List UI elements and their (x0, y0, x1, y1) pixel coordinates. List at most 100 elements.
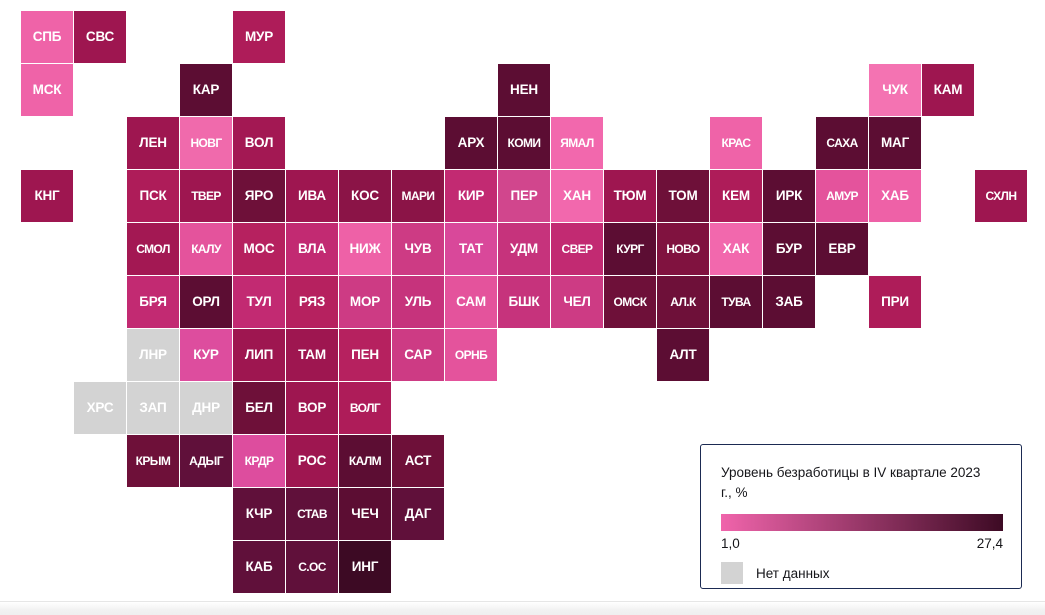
region-tile[interactable]: АРХ (445, 117, 497, 169)
region-tile[interactable]: ПСК (127, 170, 179, 222)
region-tile[interactable]: ВОЛ (233, 117, 285, 169)
region-tile[interactable]: ЛИП (233, 329, 285, 381)
region-tile[interactable]: АМУР (816, 170, 868, 222)
region-tile[interactable]: СПБ (21, 11, 73, 63)
region-tile[interactable]: АЛ.К (657, 276, 709, 328)
region-tile[interactable]: МАРИ (392, 170, 444, 222)
region-tile[interactable]: ОМСК (604, 276, 656, 328)
region-tile[interactable]: ТОМ (657, 170, 709, 222)
region-tile-label: ХРС (86, 400, 114, 416)
region-tile[interactable]: МОР (339, 276, 391, 328)
region-tile[interactable]: КАЛУ (180, 223, 232, 275)
region-tile[interactable]: ЕВР (816, 223, 868, 275)
region-tile[interactable]: КАБ (233, 541, 285, 593)
region-tile[interactable]: КАЛМ (339, 435, 391, 487)
legend-max-value: 27,4 (976, 536, 1003, 552)
region-tile[interactable]: КРАС (710, 117, 762, 169)
region-tile[interactable]: ТАМ (286, 329, 338, 381)
region-tile[interactable]: ХАН (551, 170, 603, 222)
region-tile[interactable]: КУРГ (604, 223, 656, 275)
region-tile[interactable]: ВОР (286, 382, 338, 434)
region-tile[interactable]: ДНР (180, 382, 232, 434)
region-tile[interactable]: САМ (445, 276, 497, 328)
region-tile[interactable]: ПЕР (498, 170, 550, 222)
region-tile[interactable]: ТУЛ (233, 276, 285, 328)
region-tile[interactable]: БШК (498, 276, 550, 328)
region-tile[interactable]: СМОЛ (127, 223, 179, 275)
region-tile[interactable]: РОС (286, 435, 338, 487)
region-tile[interactable]: КРДР (233, 435, 285, 487)
region-tile[interactable]: ЛЕН (127, 117, 179, 169)
region-tile[interactable]: С.ОС (286, 541, 338, 593)
region-tile[interactable]: ТАТ (445, 223, 497, 275)
region-tile[interactable]: ИВА (286, 170, 338, 222)
region-tile[interactable]: ЧУВ (392, 223, 444, 275)
region-tile[interactable]: СТАВ (286, 488, 338, 540)
region-tile[interactable]: КОС (339, 170, 391, 222)
region-tile[interactable]: НЕН (498, 64, 550, 116)
region-tile-label: САМ (456, 294, 486, 310)
region-tile[interactable]: АЛТ (657, 329, 709, 381)
region-tile-label: ТАМ (298, 347, 326, 363)
region-tile[interactable]: КАМ (922, 64, 974, 116)
region-tile[interactable]: ТЮМ (604, 170, 656, 222)
region-tile[interactable]: САХА (816, 117, 868, 169)
region-tile[interactable]: НОВО (657, 223, 709, 275)
region-tile[interactable]: ЗАБ (763, 276, 815, 328)
region-tile[interactable]: ХРС (74, 382, 126, 434)
region-tile[interactable]: ОРЛ (180, 276, 232, 328)
region-tile-label: АСТ (404, 453, 432, 469)
region-tile-label: ПСК (139, 188, 167, 204)
region-tile[interactable]: НИЖ (339, 223, 391, 275)
region-tile[interactable]: СХЛН (975, 170, 1027, 222)
region-tile[interactable]: МСК (21, 64, 73, 116)
region-tile-label: АЛ.К (670, 295, 696, 309)
region-tile-label: МУР (244, 29, 274, 45)
region-tile[interactable]: МУР (233, 11, 285, 63)
region-tile[interactable]: САР (392, 329, 444, 381)
region-tile[interactable]: ОРНБ (445, 329, 497, 381)
region-tile[interactable]: ЗАП (127, 382, 179, 434)
region-tile-label: ЛЕН (139, 135, 167, 151)
region-tile[interactable]: КАР (180, 64, 232, 116)
region-tile[interactable]: ПРИ (869, 276, 921, 328)
region-tile[interactable]: ХАБ (869, 170, 921, 222)
region-tile[interactable]: КНГ (21, 170, 73, 222)
region-tile[interactable]: СВЕР (551, 223, 603, 275)
region-tile[interactable]: УДМ (498, 223, 550, 275)
region-tile[interactable]: АСТ (392, 435, 444, 487)
region-tile[interactable]: РЯЗ (286, 276, 338, 328)
region-tile[interactable]: ЧЕЛ (551, 276, 603, 328)
region-tile[interactable]: ТВЕР (180, 170, 232, 222)
region-tile[interactable]: МОС (233, 223, 285, 275)
region-tile[interactable]: ИНГ (339, 541, 391, 593)
region-tile[interactable]: ЧЕЧ (339, 488, 391, 540)
region-tile[interactable]: ДАГ (392, 488, 444, 540)
region-tile[interactable]: ИРК (763, 170, 815, 222)
region-tile[interactable]: КЕМ (710, 170, 762, 222)
region-tile[interactable]: АДЫГ (180, 435, 232, 487)
region-tile[interactable]: ВОЛГ (339, 382, 391, 434)
region-tile[interactable]: КУР (180, 329, 232, 381)
region-tile[interactable]: МАГ (869, 117, 921, 169)
region-tile[interactable]: ЛНР (127, 329, 179, 381)
region-tile[interactable]: КРЫМ (127, 435, 179, 487)
region-tile[interactable]: ЧУК (869, 64, 921, 116)
region-tile[interactable]: ПЕН (339, 329, 391, 381)
region-tile[interactable]: ТУВА (710, 276, 762, 328)
region-tile[interactable]: ЯМАЛ (551, 117, 603, 169)
region-tile[interactable]: БЕЛ (233, 382, 285, 434)
region-tile[interactable]: СВС (74, 11, 126, 63)
region-tile-label: ЗАБ (775, 294, 803, 310)
region-tile[interactable]: УЛЬ (392, 276, 444, 328)
region-tile[interactable]: КОМИ (498, 117, 550, 169)
region-tile[interactable]: ХАК (710, 223, 762, 275)
region-tile[interactable]: НОВГ (180, 117, 232, 169)
region-tile[interactable]: БУР (763, 223, 815, 275)
region-tile[interactable]: ВЛА (286, 223, 338, 275)
region-tile[interactable]: БРЯ (127, 276, 179, 328)
region-tile[interactable]: КИР (445, 170, 497, 222)
region-tile[interactable]: ЯРО (233, 170, 285, 222)
region-tile-label: МАРИ (401, 189, 436, 203)
region-tile[interactable]: КЧР (233, 488, 285, 540)
